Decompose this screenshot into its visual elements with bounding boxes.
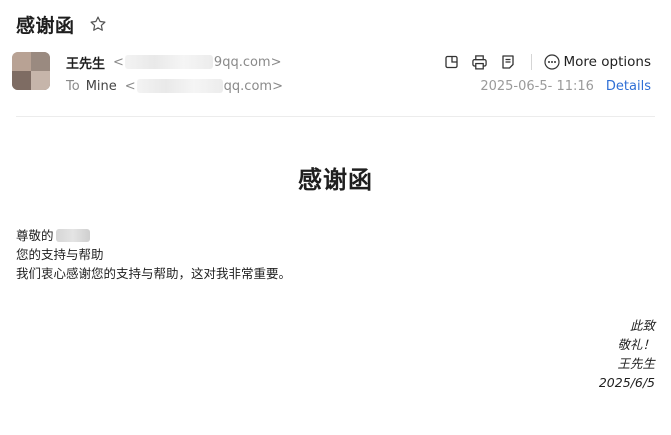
redacted-name <box>55 229 90 242</box>
recipient-name[interactable]: Mine <box>86 79 117 94</box>
email-subject: 感谢函 <box>16 14 75 37</box>
header-divider <box>16 116 655 117</box>
star-icon[interactable] <box>89 15 107 33</box>
to-row: To Mine < qq.com> <box>66 77 283 95</box>
sent-date: 2025-06-5- 11:16 <box>480 78 594 94</box>
open-in-window-icon[interactable] <box>443 53 461 71</box>
redacted-address <box>124 55 213 69</box>
details-link[interactable]: Details <box>606 79 651 94</box>
more-options-button[interactable]: More options <box>543 54 651 70</box>
letter-closing: 此致 敬礼！ 王先生 2025/6/5 <box>599 316 655 392</box>
redacted-address <box>136 79 223 93</box>
signature-date: 2025/6/5 <box>598 375 655 390</box>
letter-title: 感谢函 <box>298 166 373 194</box>
closing-line: 此致 <box>629 318 655 333</box>
subject-row: 感谢函 <box>16 10 107 38</box>
signature-name: 王先生 <box>617 356 655 371</box>
to-label: To <box>66 78 80 94</box>
more-icon <box>543 54 560 70</box>
from-row: 王先生 < 9qq.com> <box>66 53 282 72</box>
greeting-line: 尊敬的 <box>16 226 291 245</box>
sender-avatar[interactable] <box>12 52 50 90</box>
letter-body: 尊敬的 您的支持与帮助 我们衷心感谢您的支持与帮助，这对我非常重要。 <box>16 226 291 283</box>
print-icon[interactable] <box>471 53 489 71</box>
more-options-label: More options <box>563 54 651 70</box>
toolbar-divider <box>530 54 532 70</box>
body-line: 我们衷心感谢您的支持与帮助，这对我非常重要。 <box>16 266 292 281</box>
note-icon[interactable] <box>499 53 517 71</box>
email-view: 感谢函 王先生 < 9qq.com> To Mine < qq.com> Mor… <box>0 0 671 435</box>
greeting-text: 尊敬的 <box>16 228 54 243</box>
closing-line: 敬礼！ <box>617 337 655 352</box>
date-row: 2025-06-5- 11:16 Details <box>480 77 651 95</box>
message-toolbar: More options <box>433 51 651 73</box>
recipient-address: < qq.com> <box>124 78 283 94</box>
sender-name[interactable]: 王先生 <box>66 53 105 72</box>
sender-address: < 9qq.com> <box>113 54 282 70</box>
body-line: 您的支持与帮助 <box>16 247 104 262</box>
